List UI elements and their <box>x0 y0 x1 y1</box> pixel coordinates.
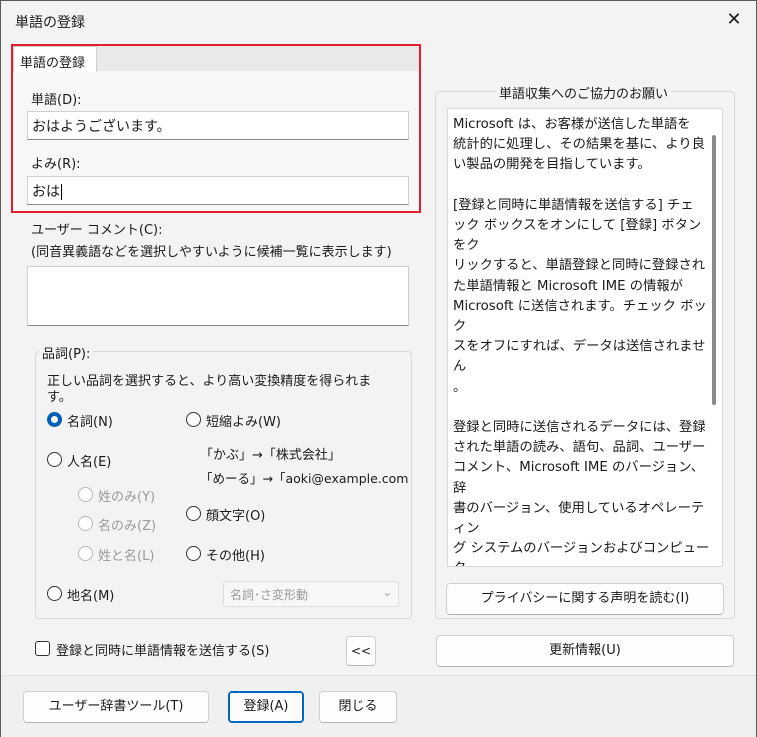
close-button[interactable]: 閉じる <box>319 691 397 723</box>
given-name-radio-label[interactable]: 名のみ(Z) <box>98 515 156 534</box>
given-name-radio[interactable] <box>78 516 93 531</box>
full-name-radio[interactable] <box>78 546 93 561</box>
privacy-statement-button[interactable]: プライバシーに関する声明を読む(I) <box>446 583 724 615</box>
abbreviation-example-1: 「かぶ」→「株式会社」 <box>200 448 341 463</box>
user-dictionary-tool-button[interactable]: ユーザー辞書ツール(T) <box>23 691 209 723</box>
other-radio[interactable] <box>186 546 201 561</box>
comment-hint: (同音異義語などを選択しやすいように候補一覧に表示します) <box>31 245 392 260</box>
window-title: 単語の登録 <box>15 15 85 31</box>
collapse-panel-button[interactable]: << <box>346 636 376 666</box>
close-window-icon[interactable]: ✕ <box>723 9 745 31</box>
full-name-radio-label[interactable]: 姓と名(L) <box>98 545 154 564</box>
info-textbox[interactable]: Microsoft は、お客様が送信した単語を 統計的に処理し、その結果を基に、… <box>447 108 723 567</box>
pos-subtype-select[interactable]: 名詞･さ変形動 ⌄ <box>223 581 399 607</box>
pos-subtype-value: 名詞･さ変形動 <box>230 588 309 602</box>
place-radio[interactable] <box>47 586 62 601</box>
chevron-down-icon: ⌄ <box>382 586 392 599</box>
noun-radio[interactable] <box>47 412 62 427</box>
surname-radio-label[interactable]: 姓のみ(Y) <box>98 486 155 505</box>
pos-group-title: 品詞(P): <box>39 343 94 362</box>
send-info-label[interactable]: 登録と同時に単語情報を送信する(S) <box>56 640 269 659</box>
register-word-dialog: 単語の登録 ✕ 単語の登録 単語(D): おはようございます。 よみ(R): お… <box>0 0 757 737</box>
emoticon-radio-label[interactable]: 顔文字(O) <box>206 505 265 524</box>
pos-description: 正しい品詞を選択すると、より高い変換精度を得られます。 <box>47 374 372 405</box>
info-group-title: 単語収集へのご協力のお願い <box>496 83 672 102</box>
person-radio[interactable] <box>47 452 62 467</box>
abbreviation-radio[interactable] <box>186 412 201 427</box>
abbreviation-radio-label[interactable]: 短縮よみ(W) <box>206 411 281 430</box>
title-bar <box>1 1 756 41</box>
comment-label: ユーザー コメント(C): <box>31 223 163 238</box>
surname-radio[interactable] <box>78 487 93 502</box>
register-button[interactable]: 登録(A) <box>228 691 304 723</box>
info-scrollbar-thumb[interactable] <box>712 135 716 405</box>
noun-radio-label[interactable]: 名詞(N) <box>67 411 113 430</box>
update-info-button[interactable]: 更新情報(U) <box>436 635 734 667</box>
send-info-checkbox[interactable] <box>35 641 50 656</box>
person-radio-label[interactable]: 人名(E) <box>67 451 111 470</box>
emoticon-radio[interactable] <box>186 506 201 521</box>
abbreviation-example-2: 「めーる」→「aoki@example.com <box>200 471 409 486</box>
highlight-frame <box>11 44 421 213</box>
place-radio-label[interactable]: 地名(M) <box>67 585 114 604</box>
comment-textarea[interactable] <box>27 266 409 326</box>
info-text: Microsoft は、お客様が送信した単語を 統計的に処理し、その結果を基に、… <box>453 117 710 566</box>
other-radio-label[interactable]: その他(H) <box>206 545 265 564</box>
